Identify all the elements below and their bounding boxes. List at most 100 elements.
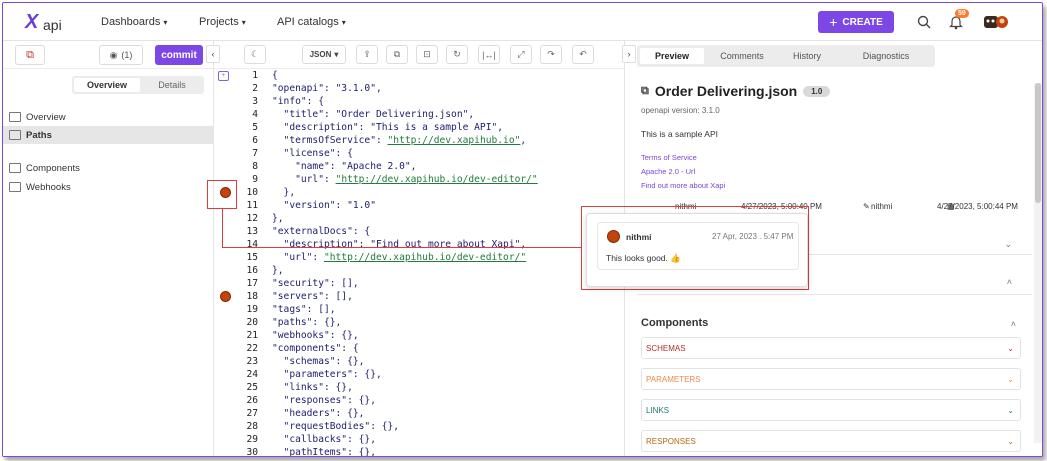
watch-button[interactable]: ◉ (1) [99,45,143,65]
code-line[interactable]: 18 "servers": [], [214,290,625,303]
xapi-logo[interactable]: X api [25,11,71,33]
comment-avatar-marker[interactable] [220,291,231,302]
line-number: 28 [246,421,258,432]
component-row-links[interactable]: LINKS ⌄ [641,399,1021,421]
code-line[interactable]: 29 "callbacks": {}, [214,433,625,446]
nav-projects[interactable]: Projects ▾ [199,16,246,28]
sidebar-item-webhooks[interactable]: Webhooks [3,178,214,196]
nav-dashboards-label: Dashboards [101,16,161,28]
sidebar-item-components[interactable]: Components [3,159,214,177]
component-row-schemas[interactable]: SCHEMAS ⌄ [641,337,1021,359]
code-line[interactable]: 7 "license": { [214,147,625,160]
sidebar-item-overview[interactable]: Overview [3,108,214,126]
code-line[interactable]: 9 "url": "http://dev.xapihub.io/dev-edit… [214,173,625,186]
refresh-button[interactable]: ↻ [446,45,468,64]
code-editor: ☾ JSON ▾ ⇪ ⧉ ⊡ ↻ |↔| ⤢ ↷ ↶ + 1{2 "openapi"… [214,41,625,456]
tab-details[interactable]: Details [142,78,202,92]
sidebar-item-paths[interactable]: Paths [3,126,214,144]
component-row-parameters[interactable]: PARAMETERS ⌄ [641,368,1021,390]
code-line[interactable]: 4 "title": "Order Delivering.json", [214,108,625,121]
code-line[interactable]: 13 "externalDocs": { [214,225,625,238]
code-line[interactable]: 19 "tags": [], [214,303,625,316]
code-line[interactable]: 17 "security": [], [214,277,625,290]
code-line[interactable]: 11 "version": "1.0" [214,199,625,212]
chevron-down-icon: ▾ [341,18,346,27]
code-line[interactable]: 5 "description": "This is a sample API", [214,121,625,134]
preview-scrollbar[interactable] [1034,83,1042,443]
moon-icon: ☾ [250,49,260,59]
code-token: }, [272,187,296,198]
terms-link[interactable]: Terms of Service [641,153,697,162]
code-line[interactable]: 6 "termsOfService": "http://dev.xapihub.… [214,134,625,147]
code-line[interactable]: 2 "openapi": "3.1.0", [214,82,625,95]
git-branch-button[interactable]: ⧉ [15,45,45,65]
redo-button[interactable]: ↷ [540,45,562,64]
tab-history[interactable]: History [777,48,837,64]
create-label: CREATE [842,16,883,28]
code-line[interactable]: 30 "pathItems": {}, [214,446,625,456]
component-row-responses[interactable]: RESPONSES ⌄ [641,430,1021,452]
lock-button[interactable]: ⊡ [416,45,438,64]
code-line[interactable]: 25 "links": {}, [214,381,625,394]
code-url[interactable]: "http://dev.xapihub.io/dev-editor/" [336,174,538,185]
code-area[interactable]: 1{2 "openapi": "3.1.0", 3 "info": {4 "title… [214,69,625,456]
create-button[interactable]: + CREATE [818,11,894,33]
code-url[interactable]: "http://dev.xapihub.io" [388,135,521,146]
user-avatar[interactable] [983,13,1009,31]
fullscreen-button[interactable]: ⤢ [510,45,532,64]
search-icon[interactable] [915,13,933,31]
code-line[interactable]: 1{ [214,69,625,82]
code-line[interactable]: 15 "url": "http://dev.xapihub.io/dev-edi… [214,251,625,264]
scrollbar-thumb[interactable] [1035,83,1041,203]
code-line[interactable]: 16}, [214,264,625,277]
upload-button[interactable]: ⇪ [356,45,378,64]
code-line[interactable]: 8 "name": "Apache 2.0", [214,160,625,173]
line-number: 4 [252,109,258,120]
code-line[interactable]: 28 "requestBodies": {}, [214,420,625,433]
theme-toggle-button[interactable]: ☾ [244,45,266,64]
tab-preview[interactable]: Preview [640,48,704,64]
code-text: "schemas": {}, [272,355,365,368]
license-link[interactable]: Apache 2.0 - Url [641,167,695,176]
chevron-up-icon[interactable]: ˄ [1011,319,1016,329]
commit-button[interactable]: commit [155,45,203,65]
code-line[interactable]: 12}, [214,212,625,225]
preview-tabs: Preview Comments History Diagnostics [637,45,935,67]
undo-button[interactable]: ↶ [572,45,594,64]
code-line[interactable]: 10 }, [214,186,625,199]
copy-button[interactable]: ⧉ [386,45,408,64]
code-url[interactable]: "http://dev.xapihub.io/dev-editor/" [324,252,526,263]
comment-time: 27 Apr, 2023 . 5:47 PM [712,232,794,241]
line-number: 26 [246,395,258,406]
code-text: "responses": {}, [272,394,376,407]
format-code-button[interactable]: |↔| [478,45,500,64]
code-token: "security": [], [272,278,359,289]
code-line[interactable]: 20 "paths": {}, [214,316,625,329]
code-token: "requestBodies": {}, [272,421,400,432]
code-line[interactable]: 27 "headers": {}, [214,407,625,420]
nav-api-catalogs[interactable]: API catalogs ▾ [277,16,346,28]
component-label: LINKS [646,405,670,415]
external-docs-link[interactable]: Find out more about Xapi [641,181,725,190]
view-segmented-control: Overview Details [72,76,204,94]
code-line[interactable]: 14 "description": "Find out more about X… [214,238,625,251]
tab-overview[interactable]: Overview [74,78,140,92]
code-token: "webhooks": {}, [272,330,359,341]
code-line[interactable]: 21 "webhooks": {}, [214,329,625,342]
code-text: "paths": {}, [272,316,341,329]
line-number: 22 [246,343,258,354]
pencil-icon: ✎ [863,202,870,211]
code-line[interactable]: 3 "info": { [214,95,625,108]
tab-diagnostics[interactable]: Diagnostics [841,48,931,64]
code-line[interactable]: 22 "components": { [214,342,625,355]
code-line[interactable]: 26 "responses": {}, [214,394,625,407]
tab-comments[interactable]: Comments [709,48,775,64]
code-line[interactable]: 24 "parameters": {}, [214,368,625,381]
chevron-up-icon: ˄ [1006,277,1012,287]
code-line[interactable]: 23 "schemas": {}, [214,355,625,368]
code-text: "url": "http://dev.xapihub.io/dev-editor… [272,251,527,264]
nav-dashboards[interactable]: Dashboards ▾ [101,16,167,28]
line-number: 13 [246,226,258,237]
format-dropdown[interactable]: JSON ▾ [302,45,346,64]
line-number: 10 [246,187,258,198]
